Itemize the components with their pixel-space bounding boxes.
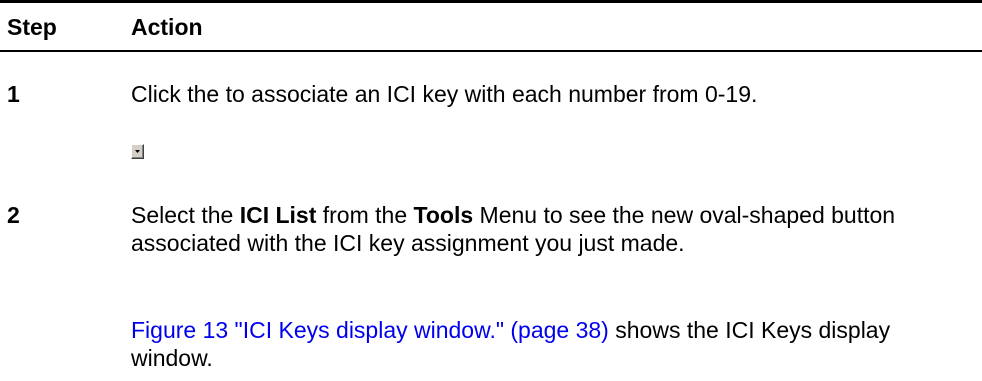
table-top-rule xyxy=(0,0,982,3)
dropdown-arrow-icon[interactable] xyxy=(131,144,144,159)
step-1-number: 1 xyxy=(7,81,20,107)
step-1-text: Click the to associate an ICI key with e… xyxy=(131,81,758,107)
chevron-down-icon xyxy=(135,150,140,153)
step-2-text: Select the ICI List from the Tools Menu … xyxy=(131,201,951,257)
step-2-note: Figure 13 "ICI Keys display window." (pa… xyxy=(131,316,951,372)
step-2-tools: Tools xyxy=(413,202,474,228)
step-2-number: 2 xyxy=(7,202,20,228)
table-header-rule xyxy=(0,50,982,52)
header-step: Step xyxy=(7,14,57,40)
step-2-ici-list: ICI List xyxy=(239,202,317,228)
step-2-text-part-1: Select the xyxy=(131,202,240,228)
header-action: Action xyxy=(131,14,203,40)
figure-13-link[interactable]: Figure 13 "ICI Keys display window." (pa… xyxy=(131,317,609,343)
step-2-text-part-2: from the xyxy=(316,202,414,228)
